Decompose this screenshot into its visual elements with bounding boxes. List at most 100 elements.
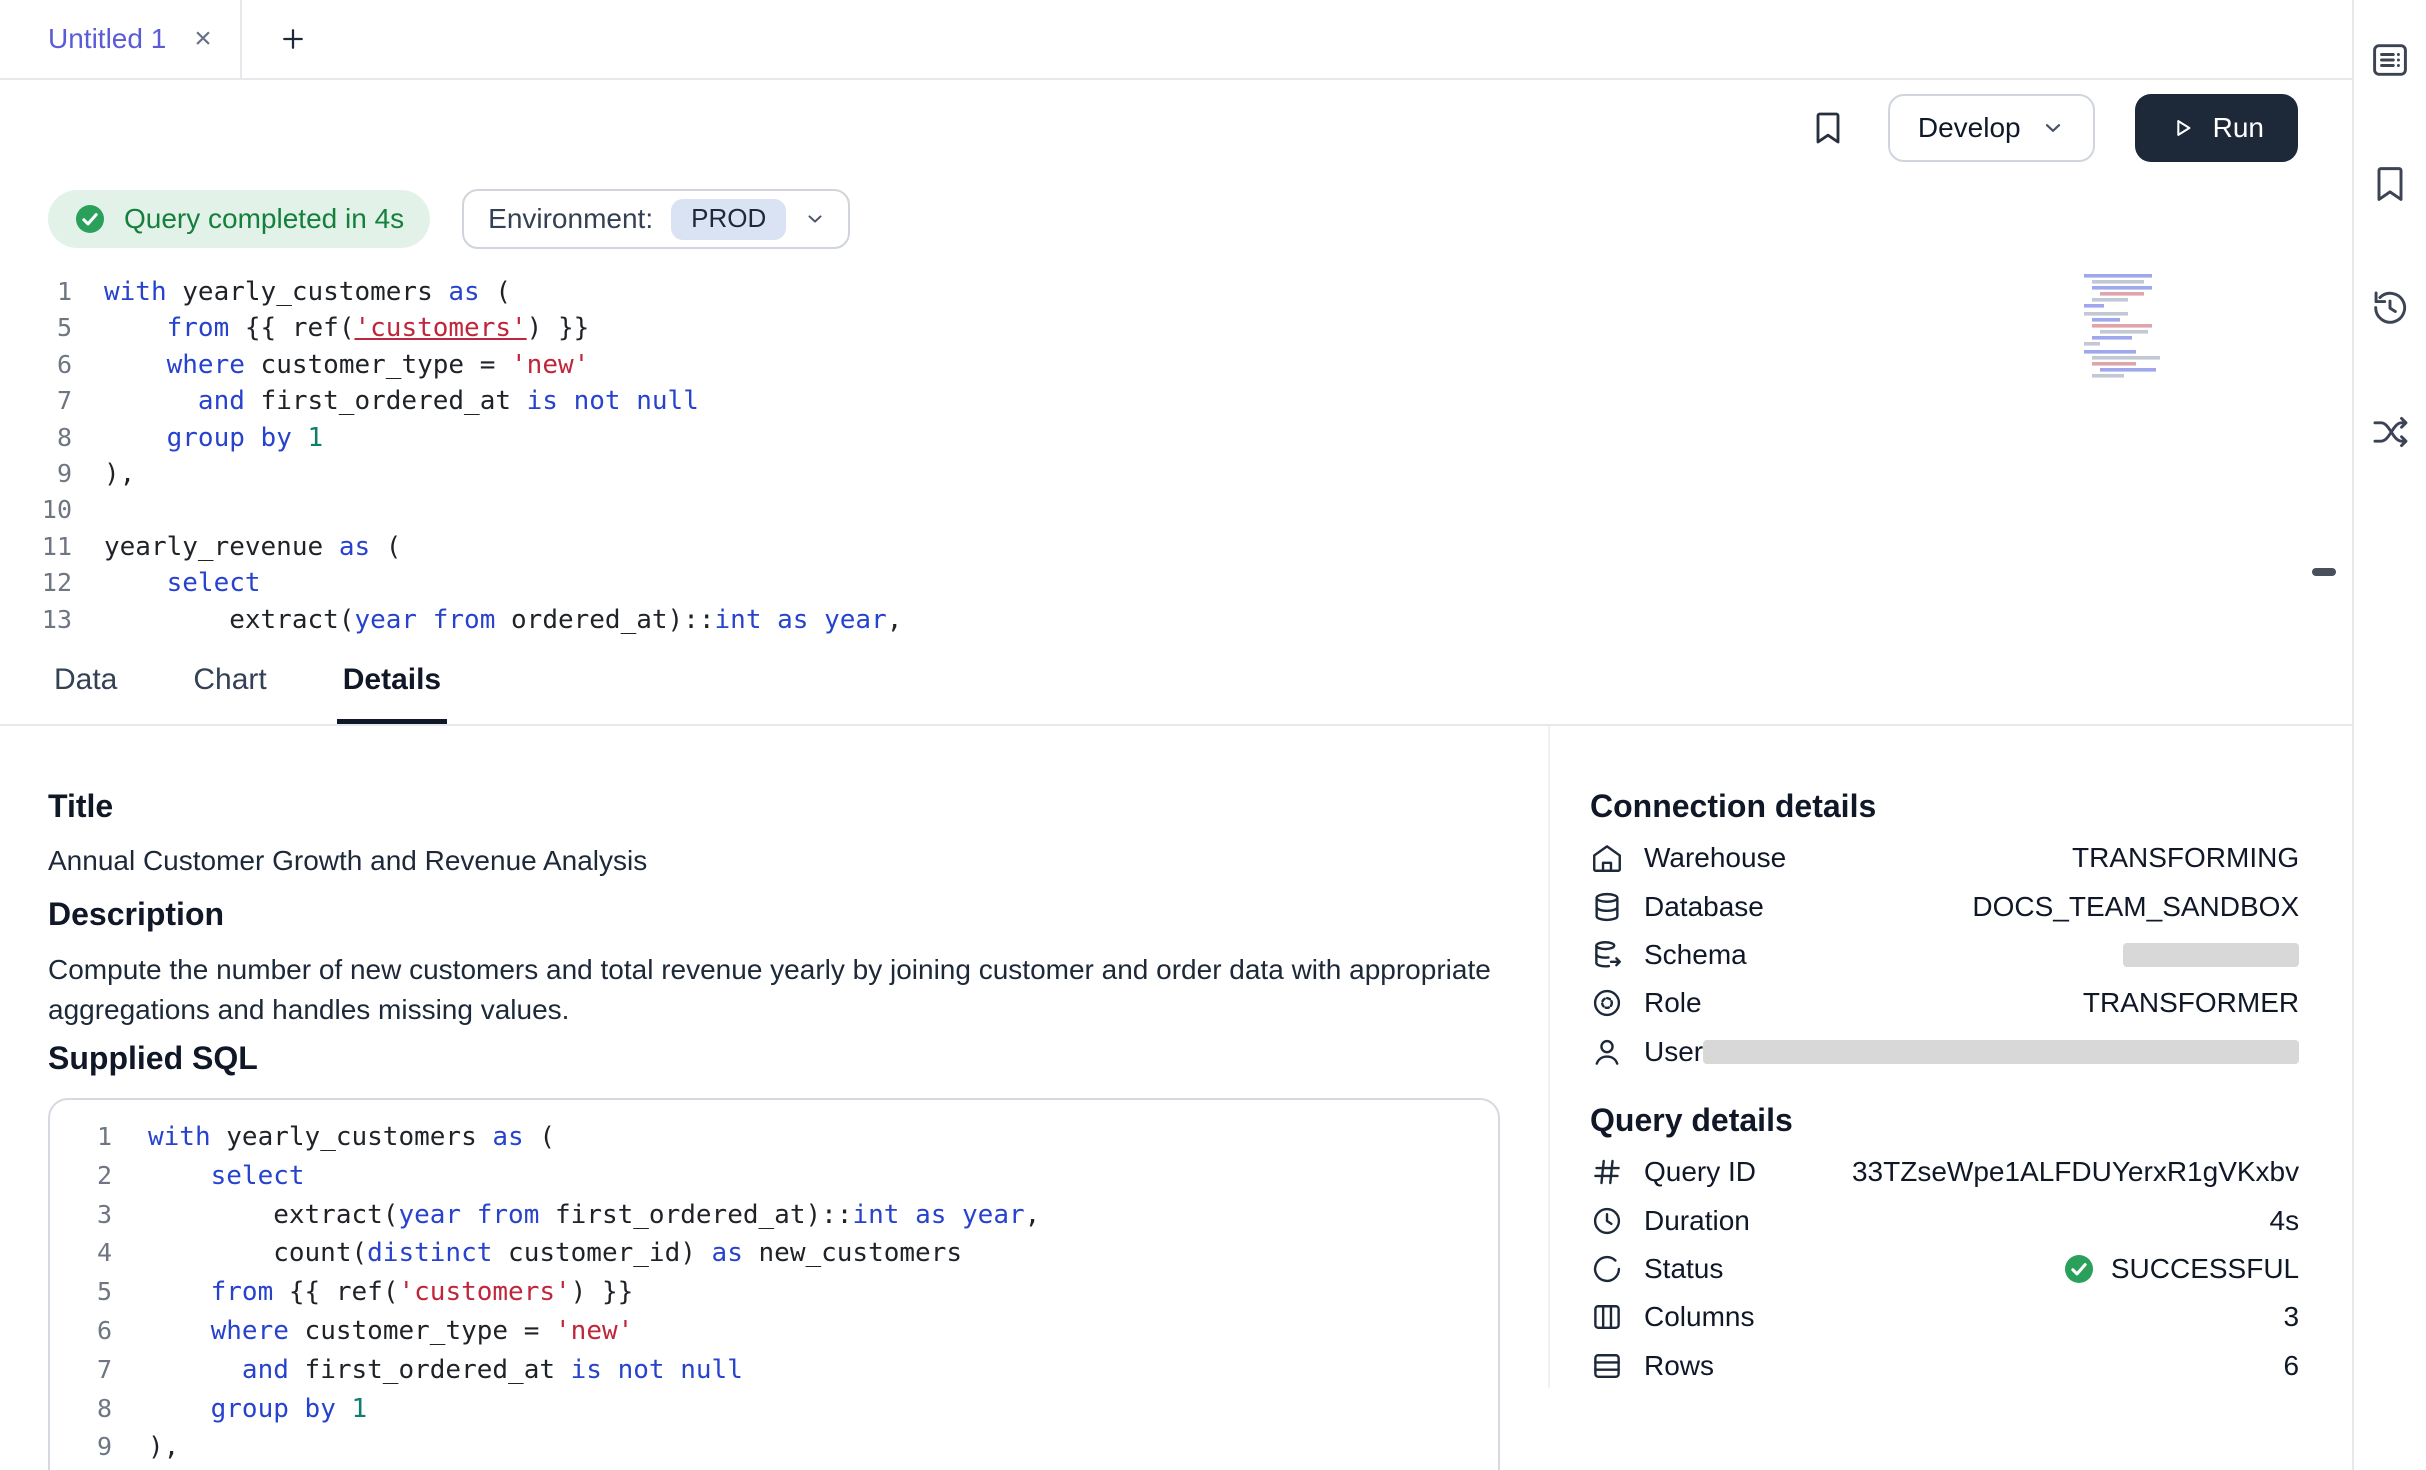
details-panel: Title Annual Customer Growth and Revenue… <box>0 726 1548 1388</box>
code-text: with yearly_customers as ( <box>104 274 511 310</box>
environment-selector[interactable]: Environment: PROD <box>462 189 850 249</box>
detail-label: Database <box>1644 891 1764 923</box>
new-tab-button[interactable] <box>278 24 308 54</box>
redacted-value <box>1703 1040 2299 1064</box>
detail-label: Query ID <box>1644 1156 1756 1188</box>
line-number: 6 <box>50 1312 112 1351</box>
code-line: 4 count(distinct customer_id) as new_cus… <box>50 1234 1498 1273</box>
code-text: ), <box>148 1428 179 1467</box>
detail-row-role: RoleTRANSFORMER <box>1590 979 2299 1027</box>
details-content: Title Annual Customer Growth and Revenue… <box>0 726 2352 1388</box>
detail-label: Duration <box>1644 1205 1750 1237</box>
detail-value: 4s <box>2270 1205 2300 1237</box>
line-number: 12 <box>0 565 72 601</box>
detail-row-schema: Schema <box>1590 931 2299 979</box>
bookmark-button[interactable] <box>2368 162 2412 206</box>
detail-row-user: User <box>1590 1028 2299 1076</box>
check-circle-icon <box>2063 1253 2095 1285</box>
schema-icon <box>1590 938 1624 972</box>
detail-label: Role <box>1644 987 1702 1019</box>
code-text: from {{ ref('customers') }} <box>104 310 589 346</box>
app-window: Untitled 1 × Develop Run <box>0 0 2426 1470</box>
bookmark-icon <box>1808 108 1848 148</box>
title-value: Annual Customer Growth and Revenue Analy… <box>48 842 1500 880</box>
code-line: 1 with yearly_customers as ( <box>50 1118 1498 1157</box>
code-text: where customer_type = 'new' <box>104 347 589 383</box>
lineage-button[interactable] <box>2368 410 2412 454</box>
main-area: Untitled 1 × Develop Run <box>0 0 2352 1470</box>
code-text: ), <box>104 456 135 492</box>
code-line: 11 yearly_revenue as ( <box>0 529 2352 565</box>
connection-details-heading: Connection details <box>1590 786 2299 826</box>
bookmark-icon <box>2368 162 2412 206</box>
plus-icon <box>278 24 308 54</box>
detail-row-warehouse: WarehouseTRANSFORMING <box>1590 834 2299 882</box>
queue-button[interactable] <box>2368 38 2412 82</box>
code-text: group by 1 <box>104 420 323 456</box>
code-text: select <box>148 1157 305 1196</box>
detail-value: 33TZseWpe1ALFDUYerxR1gVKxbv <box>1852 1156 2299 1188</box>
line-number: 11 <box>0 529 72 565</box>
columns-icon <box>1590 1300 1624 1334</box>
detail-value: 6 <box>2284 1350 2300 1382</box>
queue-icon <box>2368 38 2412 82</box>
editor-scrollbar-thumb[interactable] <box>2312 568 2336 576</box>
line-number: 9 <box>50 1428 112 1467</box>
query-details-heading: Query details <box>1590 1100 2299 1140</box>
detail-row-duration: Duration 4s <box>1590 1196 2299 1244</box>
tab-data[interactable]: Data <box>48 640 123 724</box>
detail-row-database: Database DOCS_TEAM_SANDBOX <box>1590 882 2299 930</box>
editor-minimap[interactable] <box>2084 274 2200 382</box>
tab-details[interactable]: Details <box>337 640 447 724</box>
chevron-down-icon <box>2041 116 2065 140</box>
code-text: extract(year from first_ordered_at)::int… <box>148 1196 1040 1235</box>
detail-row-status: StatusSUCCESSFUL <box>1590 1245 2299 1293</box>
editor-lines: 1with yearly_customers as (5 from {{ ref… <box>0 274 2352 638</box>
code-text: extract(year from ordered_at)::int as ye… <box>104 602 902 638</box>
line-number: 6 <box>0 347 72 383</box>
database-icon <box>1590 890 1624 924</box>
code-line: 5 from {{ ref('customers') }} <box>50 1273 1498 1312</box>
line-number: 13 <box>0 602 72 638</box>
rows-icon <box>1590 1349 1624 1383</box>
detail-value: TRANSFORMING <box>2072 842 2299 874</box>
code-text: with yearly_customers as ( <box>148 1118 555 1157</box>
line-number: 7 <box>0 383 72 419</box>
code-text: and first_ordered_at is not null <box>148 1351 743 1390</box>
chevron-down-icon <box>804 208 826 230</box>
status-bar: Query completed in 4s Environment: PROD <box>0 176 2352 262</box>
detail-value: 3 <box>2284 1301 2300 1333</box>
close-icon[interactable]: × <box>194 24 212 54</box>
line-number: 1 <box>50 1118 112 1157</box>
description-heading: Description <box>48 894 1500 934</box>
tab-chart[interactable]: Chart <box>187 640 272 724</box>
code-text: yearly_revenue as ( <box>104 529 401 565</box>
query-status-pill: Query completed in 4s <box>48 190 430 248</box>
line-number: 4 <box>50 1234 112 1273</box>
detail-value: DOCS_TEAM_SANDBOX <box>1972 891 2299 923</box>
status-icon <box>1590 1252 1624 1286</box>
right-sidebar <box>2352 0 2426 1470</box>
run-button[interactable]: Run <box>2135 94 2298 162</box>
sql-editor[interactable]: 1with yearly_customers as (5 from {{ ref… <box>0 262 2352 640</box>
develop-dropdown[interactable]: Develop <box>1888 94 2095 162</box>
environment-label: Environment: <box>488 203 653 235</box>
environment-value-chip: PROD <box>671 199 786 240</box>
line-number: 2 <box>50 1157 112 1196</box>
code-line: 3 extract(year from first_ordered_at)::i… <box>50 1196 1498 1235</box>
tab-untitled-1[interactable]: Untitled 1 × <box>0 0 242 78</box>
tab-label: Untitled 1 <box>48 23 166 55</box>
history-button[interactable] <box>2368 286 2412 330</box>
detail-label: Rows <box>1644 1350 1714 1382</box>
toolbar: Develop Run <box>0 80 2352 176</box>
code-line: 6 where customer_type = 'new' <box>50 1312 1498 1351</box>
bookmark-button[interactable] <box>1808 108 1848 148</box>
query-status-text: Query completed in 4s <box>124 203 404 235</box>
line-number: 9 <box>0 456 72 492</box>
code-text: from {{ ref('customers') }} <box>148 1273 633 1312</box>
code-text: select <box>104 565 261 601</box>
line-number: 1 <box>0 274 72 310</box>
line-number: 7 <box>50 1351 112 1390</box>
code-text: and first_ordered_at is not null <box>104 383 699 419</box>
detail-label: Status <box>1644 1253 1723 1285</box>
